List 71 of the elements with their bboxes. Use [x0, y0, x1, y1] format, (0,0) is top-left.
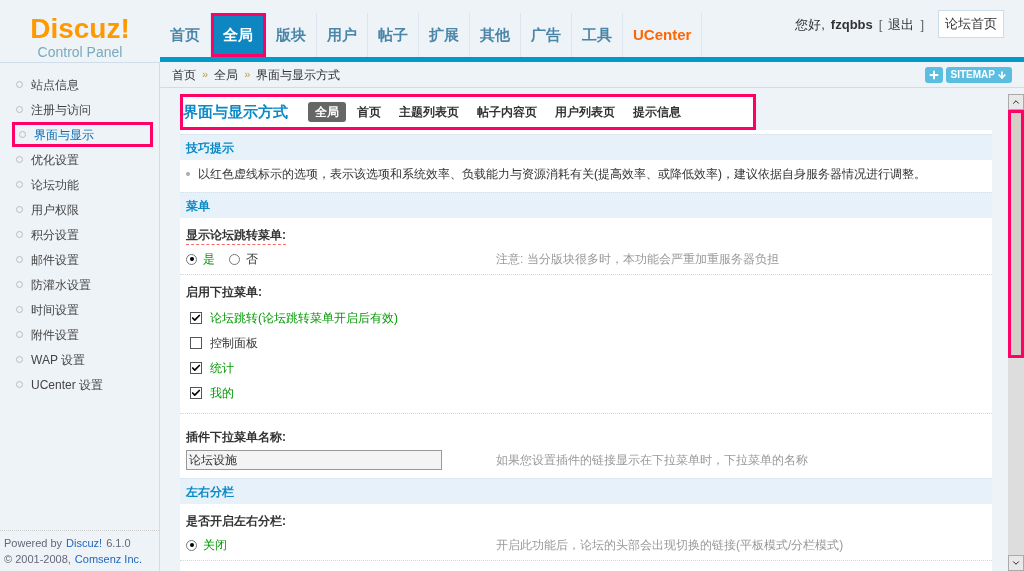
checkbox[interactable]: [190, 386, 202, 399]
copyright-text: © 2001-2008,: [4, 552, 71, 567]
sidebar-item[interactable]: WAP 设置: [12, 347, 153, 372]
page-tab[interactable]: 首页: [350, 102, 388, 122]
sidebar-item[interactable]: 站点信息: [12, 72, 153, 97]
field-label: 显示论坛跳转菜单:: [186, 228, 286, 245]
field-label: 是否开启左右分栏:: [186, 514, 286, 528]
checkbox-label: 控制面板: [210, 334, 258, 352]
company-link[interactable]: Comsenz Inc.: [74, 551, 143, 567]
sidebar-item[interactable]: 防灌水设置: [12, 272, 153, 297]
sidebar-item[interactable]: 界面与显示: [12, 122, 153, 147]
checkbox[interactable]: [190, 311, 202, 324]
bracket-text: ]: [920, 16, 924, 34]
logout-link[interactable]: 退出: [888, 10, 915, 35]
radio-button[interactable]: [229, 253, 240, 265]
sidebar-item[interactable]: 注册与访问: [12, 97, 153, 122]
arrow-down-icon: [997, 69, 1007, 80]
field-label: 插件下拉菜单名称:: [186, 430, 286, 444]
checkbox[interactable]: [190, 361, 202, 374]
breadcrumb-item[interactable]: 全局: [214, 65, 239, 84]
chevron-down-icon: [1011, 558, 1021, 568]
page-tab[interactable]: 用户列表页: [548, 102, 622, 122]
tip-text: 以红色虚线标示的选项，表示该选项和系统效率、负载能力与资源消耗有关(提高效率、或降低效率)，建议依据自身服务器情况进行调整。: [198, 166, 926, 183]
section-header: 技巧提示: [180, 134, 992, 160]
hint-text: 注意: 当分版块很多时，本功能会严重加重服务器负担: [496, 251, 779, 268]
bullet-icon: [186, 172, 190, 176]
text-field[interactable]: 论坛设施: [186, 450, 442, 470]
radio-label: 是: [203, 251, 215, 268]
page-tab[interactable]: 帖子内容页: [470, 102, 544, 122]
radio-label: 关闭: [203, 537, 227, 554]
sidebar-item[interactable]: 论坛功能: [12, 172, 153, 197]
logo-subtitle: Control Panel: [37, 44, 123, 60]
section-header: 菜单: [180, 192, 992, 218]
nav-tab[interactable]: 全局: [211, 13, 266, 57]
page-tab[interactable]: 全局: [308, 102, 346, 122]
plus-icon: [927, 68, 940, 81]
checkbox-label: 我的: [210, 384, 234, 402]
greeting-text: 您好,: [795, 16, 825, 34]
forum-home-button[interactable]: 论坛首页: [938, 10, 1004, 38]
radio-button[interactable]: [186, 539, 197, 551]
page-title: 界面与显示方式: [183, 101, 288, 122]
username: fzqbbs: [830, 16, 873, 34]
sidebar-item[interactable]: 邮件设置: [12, 247, 153, 272]
section-header: 左右分栏: [180, 478, 992, 504]
sidebar-item[interactable]: 用户权限: [12, 197, 153, 222]
sidebar-item[interactable]: UCenter 设置: [12, 372, 153, 397]
version-text: 6.1.0: [106, 536, 131, 551]
checkbox[interactable]: [190, 336, 202, 349]
breadcrumb-separator: »: [202, 67, 209, 83]
radio-label: 否: [246, 251, 258, 268]
field-label: 启用下拉菜单:: [186, 285, 262, 299]
checkbox-label: 统计: [210, 359, 234, 377]
page-tab[interactable]: 提示信息: [626, 102, 688, 122]
hint-text: 开启此功能后，论坛的头部会出现切换的链接(平板模式/分栏模式): [496, 537, 844, 554]
sidebar-item[interactable]: 附件设置: [12, 322, 153, 347]
radio-button[interactable]: [186, 253, 197, 265]
bracket-text: [: [878, 16, 883, 34]
sidebar-item[interactable]: 优化设置: [12, 147, 153, 172]
sidebar-item[interactable]: 积分设置: [12, 222, 153, 247]
powered-by-text: Powered by: [4, 536, 63, 551]
chevron-up-icon: [1011, 97, 1021, 107]
breadcrumb-item[interactable]: 首页: [172, 65, 196, 84]
breadcrumb-item: 界面与显示方式: [256, 66, 341, 84]
breadcrumb-separator: »: [244, 67, 251, 83]
sidebar-item[interactable]: 时间设置: [12, 297, 153, 322]
scrollbar-thumb[interactable]: [1008, 110, 1024, 358]
checkbox-label: 论坛跳转(论坛跳转菜单开启后有效): [210, 309, 398, 327]
logo-text: Discuz!: [30, 14, 130, 44]
page-tab[interactable]: 主题列表页: [392, 102, 466, 122]
hint-text: 如果您设置插件的链接显示在下拉菜单时，下拉菜单的名称: [496, 452, 808, 469]
brand-link[interactable]: Discuz!: [66, 535, 103, 551]
